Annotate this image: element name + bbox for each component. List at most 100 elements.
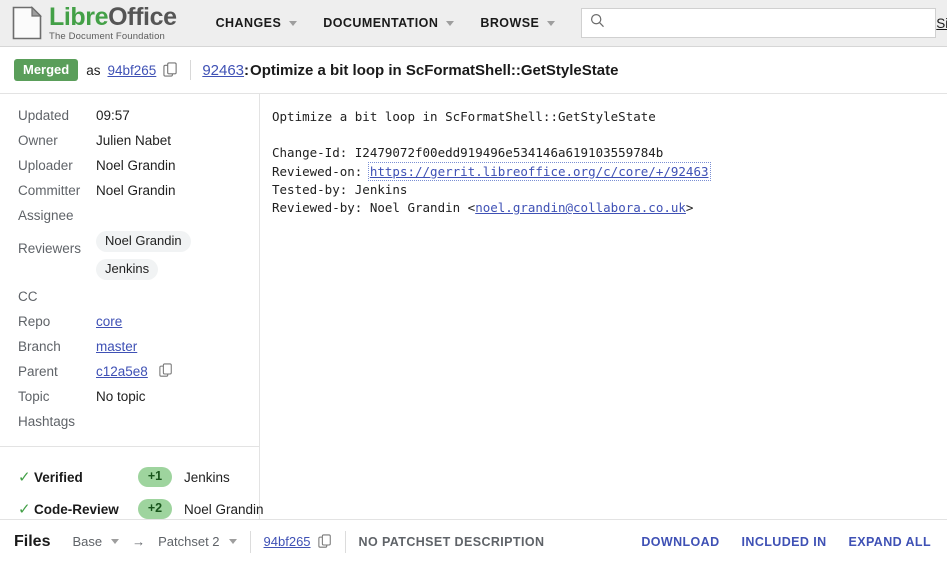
libreoffice-logo[interactable]: LibreOffice The Document Foundation bbox=[12, 4, 177, 42]
metadata-row-reviewers: Reviewers Noel Grandin Jenkins bbox=[0, 228, 191, 284]
check-icon: ✓ bbox=[18, 500, 31, 518]
chevron-down-icon bbox=[547, 20, 556, 26]
search-box[interactable] bbox=[581, 8, 937, 38]
base-patchset-select[interactable]: Base bbox=[72, 534, 120, 549]
metadata-row-updated: Updated 09:57 bbox=[0, 103, 191, 128]
commit-reviewed-by-prefix: Reviewed-by: Noel Grandin < bbox=[272, 200, 476, 216]
branch-link[interactable]: master bbox=[96, 339, 137, 354]
commit-reviewed-by-suffix: > bbox=[685, 200, 694, 216]
chevron-down-icon bbox=[228, 539, 237, 544]
nav-item-documentation[interactable]: DOCUMENTATION bbox=[310, 12, 467, 34]
base-patchset-label: Base bbox=[72, 534, 103, 549]
nav-item-changes-label: CHANGES bbox=[215, 16, 282, 30]
nav-item-browse-label: BROWSE bbox=[480, 16, 540, 30]
change-number-link[interactable]: 92463 bbox=[202, 62, 244, 79]
logo-name-dark: Office bbox=[108, 3, 177, 32]
metadata-value-reviewers: Noel Grandin Jenkins bbox=[96, 228, 191, 284]
vote-chip-verified[interactable]: +1 bbox=[138, 467, 172, 487]
metadata-row-parent: Parent c12a5e8 bbox=[0, 359, 191, 384]
label-row-code-review: ✓ Code-Review +2 Noel Grandin bbox=[18, 493, 264, 525]
label-name-code-review: Code-Review bbox=[34, 501, 119, 517]
expand-all-button[interactable]: EXPAND ALL bbox=[849, 535, 931, 549]
files-bar: Files Base → Patchset 2 94bf265 NO PATCH… bbox=[0, 519, 947, 563]
metadata-label-hashtags: Hashtags bbox=[18, 414, 76, 429]
nav-item-changes[interactable]: CHANGES bbox=[203, 12, 311, 34]
metadata-row-committer: Committer Noel Grandin bbox=[0, 178, 191, 203]
metadata-label-uploader: Uploader bbox=[18, 158, 73, 173]
repo-link[interactable]: core bbox=[96, 314, 122, 329]
metadata-row-branch: Branch master bbox=[0, 334, 191, 359]
copy-parent-sha-icon[interactable] bbox=[158, 363, 173, 378]
metadata-label-assignee: Assignee bbox=[18, 208, 74, 223]
commit-subject-line: Optimize a bit loop in ScFormatShell::Ge… bbox=[272, 109, 656, 124]
metadata-row-cc: CC bbox=[0, 284, 191, 309]
target-patchset-select[interactable]: Patchset 2 bbox=[158, 534, 237, 549]
metadata-row-assignee: Assignee bbox=[0, 203, 191, 228]
files-title: Files bbox=[14, 532, 51, 550]
commit-change-id-line: Change-Id: I2479072f00edd919496e534146a6… bbox=[272, 145, 664, 161]
commit-message: Optimize a bit loop in ScFormatShell::Ge… bbox=[272, 108, 947, 217]
merged-commit-link[interactable]: 94bf265 bbox=[108, 63, 157, 78]
label-name-verified: Verified bbox=[34, 469, 83, 485]
reviewed-on-link[interactable]: https://gerrit.libreoffice.org/c/core/+/… bbox=[367, 161, 711, 181]
metadata-row-topic: Topic No topic bbox=[0, 384, 191, 409]
metadata-value-updated: 09:57 bbox=[96, 108, 130, 123]
patchset-sha-link[interactable]: 94bf265 bbox=[264, 534, 311, 549]
status-badge: Merged bbox=[14, 59, 79, 81]
target-patchset-label: Patchset 2 bbox=[158, 534, 220, 549]
search-icon bbox=[590, 13, 605, 33]
nav-item-browse[interactable]: BROWSE bbox=[467, 12, 568, 34]
copy-commit-sha-icon[interactable] bbox=[163, 62, 178, 78]
reviewer-email-link[interactable]: noel.grandin@collabora.co.uk bbox=[475, 200, 686, 215]
search-input[interactable] bbox=[612, 8, 928, 38]
copy-patchset-sha-icon[interactable] bbox=[317, 534, 332, 549]
commit-reviewed-on-label: Reviewed-on: bbox=[272, 163, 370, 179]
change-metadata-sidebar: Updated 09:57 Owner Julien Nabet Uploade… bbox=[0, 94, 264, 519]
vote-chip-code-review[interactable]: +2 bbox=[138, 499, 172, 519]
logo-name-green: Libre bbox=[49, 3, 109, 32]
metadata-value-topic: No topic bbox=[96, 389, 146, 404]
metadata-label-reviewers: Reviewers bbox=[18, 241, 82, 256]
metadata-value-committer: Noel Grandin bbox=[96, 183, 176, 198]
metadata-row-repo: Repo core bbox=[0, 309, 191, 334]
parent-commit-link[interactable]: c12a5e8 bbox=[96, 364, 148, 379]
label-row-verified: ✓ Verified +1 Jenkins bbox=[18, 461, 259, 493]
files-divider bbox=[249, 530, 251, 553]
files-actions: DOWNLOAD INCLUDED IN EXPAND ALL bbox=[641, 535, 931, 549]
as-label: as bbox=[86, 62, 101, 78]
metadata-value-hashtags bbox=[96, 409, 191, 434]
chevron-down-icon bbox=[446, 20, 455, 26]
download-button[interactable]: DOWNLOAD bbox=[641, 535, 719, 549]
document-icon bbox=[12, 6, 42, 40]
reviewer-chip[interactable]: Jenkins bbox=[96, 259, 159, 280]
metadata-value-uploader: Noel Grandin bbox=[96, 158, 176, 173]
check-icon: ✓ bbox=[18, 468, 31, 486]
patchset-description: NO PATCHSET DESCRIPTION bbox=[358, 534, 545, 549]
commit-message-panel: Optimize a bit loop in ScFormatShell::Ge… bbox=[260, 94, 947, 519]
change-body: Updated 09:57 Owner Julien Nabet Uploade… bbox=[0, 94, 947, 519]
metadata-value-cc bbox=[96, 284, 191, 309]
change-subject: Optimize a bit loop in ScFormatShell::Ge… bbox=[250, 61, 619, 79]
approval-labels: ✓ Verified +1 Jenkins ✓ Code-Review +2 N… bbox=[0, 447, 264, 525]
main-nav: CHANGES DOCUMENTATION BROWSE bbox=[203, 12, 569, 34]
metadata-table: Updated 09:57 Owner Julien Nabet Uploade… bbox=[0, 103, 191, 434]
metadata-row-uploader: Uploader Noel Grandin bbox=[0, 153, 191, 178]
metadata-row-hashtags: Hashtags bbox=[0, 409, 191, 434]
nav-item-documentation-label: DOCUMENTATION bbox=[323, 16, 439, 30]
metadata-value-owner: Julien Nabet bbox=[96, 133, 172, 148]
metadata-label-updated: Updated bbox=[18, 108, 70, 123]
metadata-label-committer: Committer bbox=[18, 183, 81, 198]
change-colon: : bbox=[244, 61, 250, 79]
reviewer-chip[interactable]: Noel Grandin bbox=[96, 231, 191, 252]
header-divider bbox=[190, 60, 192, 80]
vote-voter-code-review: Noel Grandin bbox=[184, 501, 264, 517]
metadata-label-cc: CC bbox=[18, 289, 38, 304]
logo-tagline: The Document Foundation bbox=[49, 31, 165, 43]
commit-tested-by-line: Tested-by: Jenkins bbox=[272, 181, 408, 197]
metadata-label-parent: Parent bbox=[18, 364, 58, 379]
included-in-button[interactable]: INCLUDED IN bbox=[742, 535, 827, 549]
sign-in-link[interactable]: Sign in bbox=[936, 16, 947, 31]
metadata-value-assignee bbox=[96, 203, 191, 228]
files-divider bbox=[344, 530, 346, 553]
metadata-label-branch: Branch bbox=[18, 339, 61, 354]
